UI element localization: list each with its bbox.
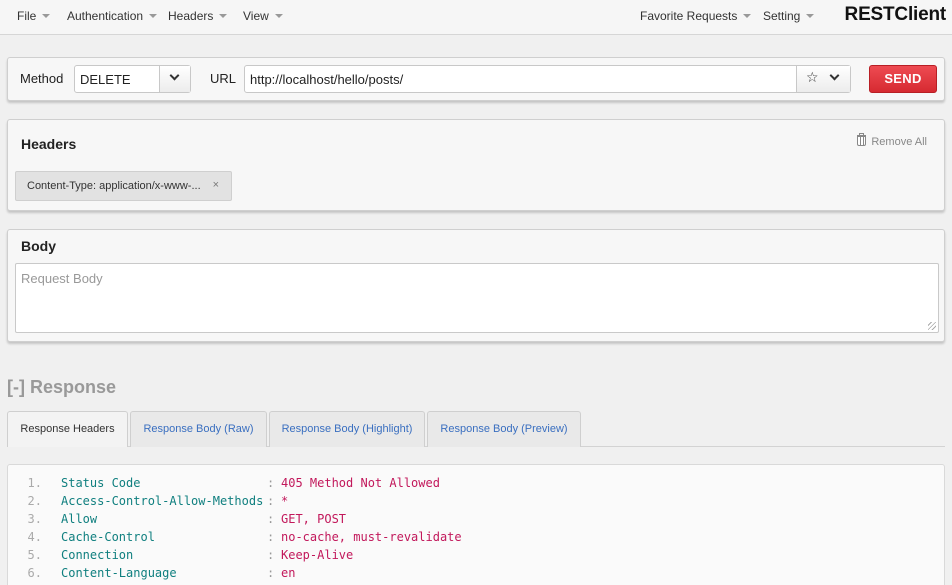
menu-file-label: File: [17, 9, 37, 23]
header-key: Allow: [61, 512, 98, 526]
caret-down-icon: [806, 13, 815, 18]
tab-response-body-preview[interactable]: Response Body (Preview): [427, 411, 581, 447]
favorite-dropdown-button[interactable]: ☆: [796, 66, 850, 92]
list-item: 2. Access-Control-Allow-Methods : *: [8, 494, 944, 512]
url-input[interactable]: http://localhost/hello/posts/ ☆: [244, 65, 851, 93]
list-item: 3. Allow : GET, POST: [8, 512, 944, 530]
header-value: GET, POST: [281, 512, 347, 526]
header-key: Connection: [61, 548, 134, 562]
chevron-down-icon: [169, 70, 180, 81]
request-body-textarea[interactable]: Request Body: [15, 263, 939, 333]
menu-favorite-requests-label: Favorite Requests: [640, 9, 738, 23]
menu-headers[interactable]: Headers: [168, 9, 228, 23]
separator: :: [267, 494, 275, 508]
header-key: Content-Language: [61, 566, 177, 580]
list-item: 5. Connection : Keep-Alive: [8, 548, 944, 566]
response-toggle-title[interactable]: [-] Response: [7, 377, 116, 398]
header-key: Cache-Control: [61, 530, 155, 544]
menu-view-label: View: [243, 9, 269, 23]
headers-panel: Headers Remove All Content-Type: applica…: [7, 119, 945, 211]
menu-headers-label: Headers: [168, 9, 214, 23]
separator: :: [267, 530, 275, 544]
menu-setting-label: Setting: [763, 9, 801, 23]
send-button[interactable]: SEND: [869, 65, 937, 93]
header-tag-label: Content-Type: application/x-www-...: [27, 180, 201, 192]
resize-grip-icon[interactable]: [928, 322, 936, 330]
request-panel: Method DELETE URL http://localhost/hello…: [7, 57, 945, 101]
menu-favorite-requests[interactable]: Favorite Requests: [640, 9, 752, 23]
header-value: *: [281, 494, 289, 508]
line-number: 1.: [27, 476, 42, 490]
remove-all-label: Remove All: [871, 136, 927, 148]
header-value: 405 Method Not Allowed: [281, 476, 440, 490]
line-number: 4.: [27, 530, 42, 544]
method-select[interactable]: DELETE: [74, 65, 191, 93]
header-key: Access-Control-Allow-Methods: [61, 494, 264, 508]
list-item: 6. Content-Language : en: [8, 566, 944, 584]
menu-file[interactable]: File: [17, 9, 51, 23]
header-value: en: [281, 566, 296, 580]
remove-all-button[interactable]: Remove All: [857, 133, 927, 148]
separator: :: [267, 476, 275, 490]
separator: :: [267, 566, 275, 580]
chevron-down-icon[interactable]: [829, 70, 840, 81]
tab-response-body-raw[interactable]: Response Body (Raw): [130, 411, 267, 447]
header-tag[interactable]: Content-Type: application/x-www-... ×: [15, 171, 232, 201]
menu-authentication[interactable]: Authentication: [67, 9, 158, 23]
body-title: Body: [21, 238, 56, 254]
caret-down-icon: [42, 13, 51, 18]
method-dropdown-button[interactable]: [159, 66, 190, 92]
top-navbar: File Authentication Headers View Favorit…: [0, 0, 952, 35]
line-number: 2.: [27, 494, 42, 508]
star-icon[interactable]: ☆: [806, 70, 819, 86]
caret-down-icon: [149, 13, 158, 18]
menu-setting[interactable]: Setting: [763, 9, 815, 23]
caret-down-icon: [743, 13, 752, 18]
line-number: 3.: [27, 512, 42, 526]
tab-response-body-highlight[interactable]: Response Body (Highlight): [269, 411, 425, 447]
separator: :: [267, 512, 275, 526]
method-label: Method: [20, 71, 64, 86]
line-number: 6.: [27, 566, 42, 580]
headers-title: Headers: [21, 136, 77, 152]
request-body-placeholder: Request Body: [21, 271, 103, 286]
menu-view[interactable]: View: [243, 9, 283, 23]
tab-response-headers[interactable]: Response Headers: [7, 411, 128, 447]
url-value: http://localhost/hello/posts/: [250, 72, 404, 87]
line-number: 5.: [27, 548, 42, 562]
header-value: Keep-Alive: [281, 548, 354, 562]
list-item: 4. Cache-Control : no-cache, must-revali…: [8, 530, 944, 548]
trash-icon: [857, 133, 867, 146]
close-icon[interactable]: ×: [213, 179, 219, 191]
caret-down-icon: [274, 13, 283, 18]
url-label: URL: [210, 71, 237, 86]
separator: :: [267, 548, 275, 562]
body-panel: Body Request Body: [7, 229, 945, 342]
menu-authentication-label: Authentication: [67, 9, 144, 23]
list-item: 1. Status Code : 405 Method Not Allowed: [8, 476, 944, 494]
header-value: no-cache, must-revalidate: [281, 530, 462, 544]
method-value: DELETE: [80, 72, 131, 87]
brand-logo: RESTClient: [844, 4, 947, 25]
response-headers-list: 1. Status Code : 405 Method Not Allowed …: [7, 464, 945, 585]
caret-down-icon: [219, 13, 228, 18]
header-key: Status Code: [61, 476, 141, 490]
